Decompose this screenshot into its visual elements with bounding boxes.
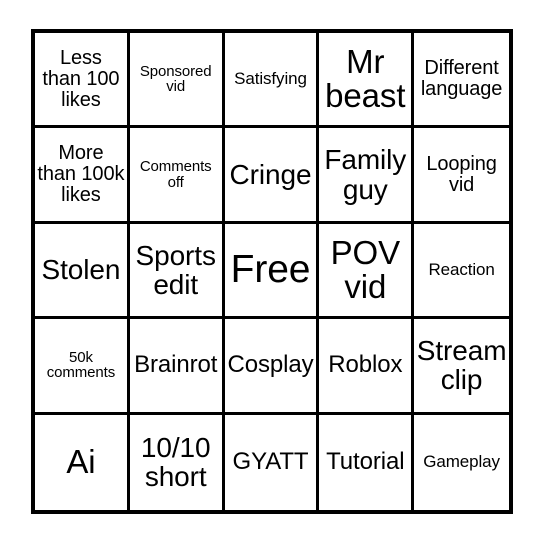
bingo-cell-label: Cosplay bbox=[227, 350, 314, 378]
bingo-cell-label: Mr beast bbox=[325, 42, 406, 115]
bingo-cell-label: Sports edit bbox=[135, 239, 216, 300]
bingo-cell-r3c4[interactable]: POV vid bbox=[319, 223, 415, 320]
bingo-cell-label: Sponsored vid bbox=[139, 62, 212, 96]
bingo-cell-r1c4[interactable]: Mr beast bbox=[319, 33, 415, 129]
bingo-cell-r4c1[interactable]: 50k comments bbox=[35, 319, 130, 415]
bingo-cell-r4c5[interactable]: Stream clip bbox=[414, 319, 509, 415]
bingo-cell-r3c5[interactable]: Reaction bbox=[414, 223, 509, 320]
bingo-cell-r1c5[interactable]: Different language bbox=[414, 33, 509, 129]
bingo-cell-r2c5[interactable]: Looping vid bbox=[414, 128, 509, 224]
bingo-cell-label: Free bbox=[230, 247, 311, 291]
bingo-cell-label: Stream clip bbox=[416, 335, 507, 396]
bingo-cell-r5c2[interactable]: 10/10 short bbox=[129, 414, 225, 510]
bingo-cell-r4c4[interactable]: Roblox bbox=[319, 319, 415, 415]
bingo-cell-label: POV vid bbox=[330, 233, 400, 305]
bingo-cell-label: More than 100k likes bbox=[37, 142, 125, 206]
bingo-cell-r1c2[interactable]: Sponsored vid bbox=[129, 33, 225, 129]
bingo-cell-r5c1[interactable]: Ai bbox=[35, 414, 130, 510]
bingo-cell-label: Gameplay bbox=[423, 452, 500, 472]
bingo-cell-r2c1[interactable]: More than 100k likes bbox=[35, 128, 130, 224]
bingo-cell-r4c3[interactable]: Cosplay bbox=[224, 319, 320, 415]
bingo-cell-r5c4[interactable]: Tutorial bbox=[319, 414, 415, 510]
bingo-cell-label: Tutorial bbox=[326, 447, 405, 475]
bingo-cell-r5c5[interactable]: Gameplay bbox=[414, 414, 509, 510]
bingo-cell-label: Less than 100 likes bbox=[42, 47, 120, 111]
bingo-cell-r5c3[interactable]: GYATT bbox=[224, 414, 320, 510]
bingo-cell-label: Roblox bbox=[328, 350, 403, 378]
bingo-cell-r3c2[interactable]: Sports edit bbox=[129, 223, 225, 320]
bingo-cell-r2c2[interactable]: Comments off bbox=[129, 128, 225, 224]
bingo-cell-r1c1[interactable]: Less than 100 likes bbox=[35, 33, 130, 129]
bingo-cell-label: Comments off bbox=[139, 158, 212, 191]
bingo-cell-r3c1[interactable]: Stolen bbox=[35, 223, 130, 320]
bingo-cell-label: Ai bbox=[66, 443, 96, 481]
bingo-cell-label: Family guy bbox=[324, 144, 407, 205]
bingo-cell-r4c2[interactable]: Brainrot bbox=[129, 319, 225, 415]
bingo-cell-label: Satisfying bbox=[234, 69, 307, 89]
bingo-cell-label: Looping vid bbox=[426, 152, 497, 196]
bingo-cell-label: Different language bbox=[420, 57, 503, 101]
bingo-cell-label: Reaction bbox=[428, 260, 495, 280]
bingo-cell-r1c3[interactable]: Satisfying bbox=[224, 33, 320, 129]
bingo-card: Less than 100 likes Sponsored vid Satisfyi… bbox=[31, 29, 513, 514]
bingo-cell-r2c3[interactable]: Cringe bbox=[224, 128, 320, 224]
bingo-cell-label: Stolen bbox=[41, 254, 121, 286]
bingo-cell-label: 50k comments bbox=[46, 348, 116, 382]
bingo-cell-r2c4[interactable]: Family guy bbox=[319, 128, 415, 224]
bingo-cell-label: 10/10 short bbox=[140, 432, 211, 493]
bingo-cell-label: GYATT bbox=[232, 447, 309, 475]
bingo-cell-r3c3[interactable]: Free bbox=[224, 223, 320, 320]
bingo-cell-label: Brainrot bbox=[134, 350, 218, 378]
bingo-cell-label: Cringe bbox=[229, 159, 312, 191]
